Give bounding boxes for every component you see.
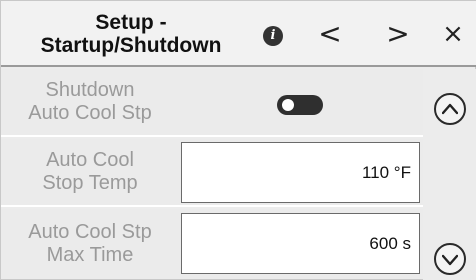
input-value: 600 s <box>369 233 411 253</box>
chevron-down-icon <box>442 254 458 266</box>
setting-row-auto-cool-max-time: Auto Cool Stp Max Time 600 s <box>1 209 423 279</box>
auto-cool-max-time-input[interactable]: 600 s <box>181 213 420 274</box>
setting-label: Auto Cool Stop Temp <box>42 149 138 194</box>
info-icon[interactable]: i <box>263 26 283 46</box>
scroll-column <box>423 69 476 280</box>
input-value: 110 °F <box>361 162 411 182</box>
auto-cool-stop-toggle[interactable] <box>277 95 323 115</box>
toggle-knob <box>282 99 294 111</box>
scroll-up-button[interactable] <box>434 93 466 125</box>
setting-label: Shutdown Auto Cool Stp <box>28 79 152 124</box>
close-button[interactable]: × <box>438 17 468 51</box>
chevron-up-icon <box>442 103 458 115</box>
scroll-down-button[interactable] <box>434 243 466 275</box>
next-button[interactable]: > <box>383 17 413 51</box>
setting-row-auto-cool-stop-temp: Auto Cool Stop Temp 110 °F <box>1 139 423 207</box>
header-bar: Setup - Startup/Shutdown i < > × <box>1 1 476 67</box>
auto-cool-stop-temp-input[interactable]: 110 °F <box>181 142 420 203</box>
setup-screen: Setup - Startup/Shutdown i < > × Shutdow… <box>0 0 476 280</box>
previous-button[interactable]: < <box>315 17 345 51</box>
setting-row-shutdown-auto-cool: Shutdown Auto Cool Stp <box>1 69 423 137</box>
page-title: Setup - Startup/Shutdown <box>40 11 222 57</box>
setting-label: Auto Cool Stp Max Time <box>28 221 152 266</box>
